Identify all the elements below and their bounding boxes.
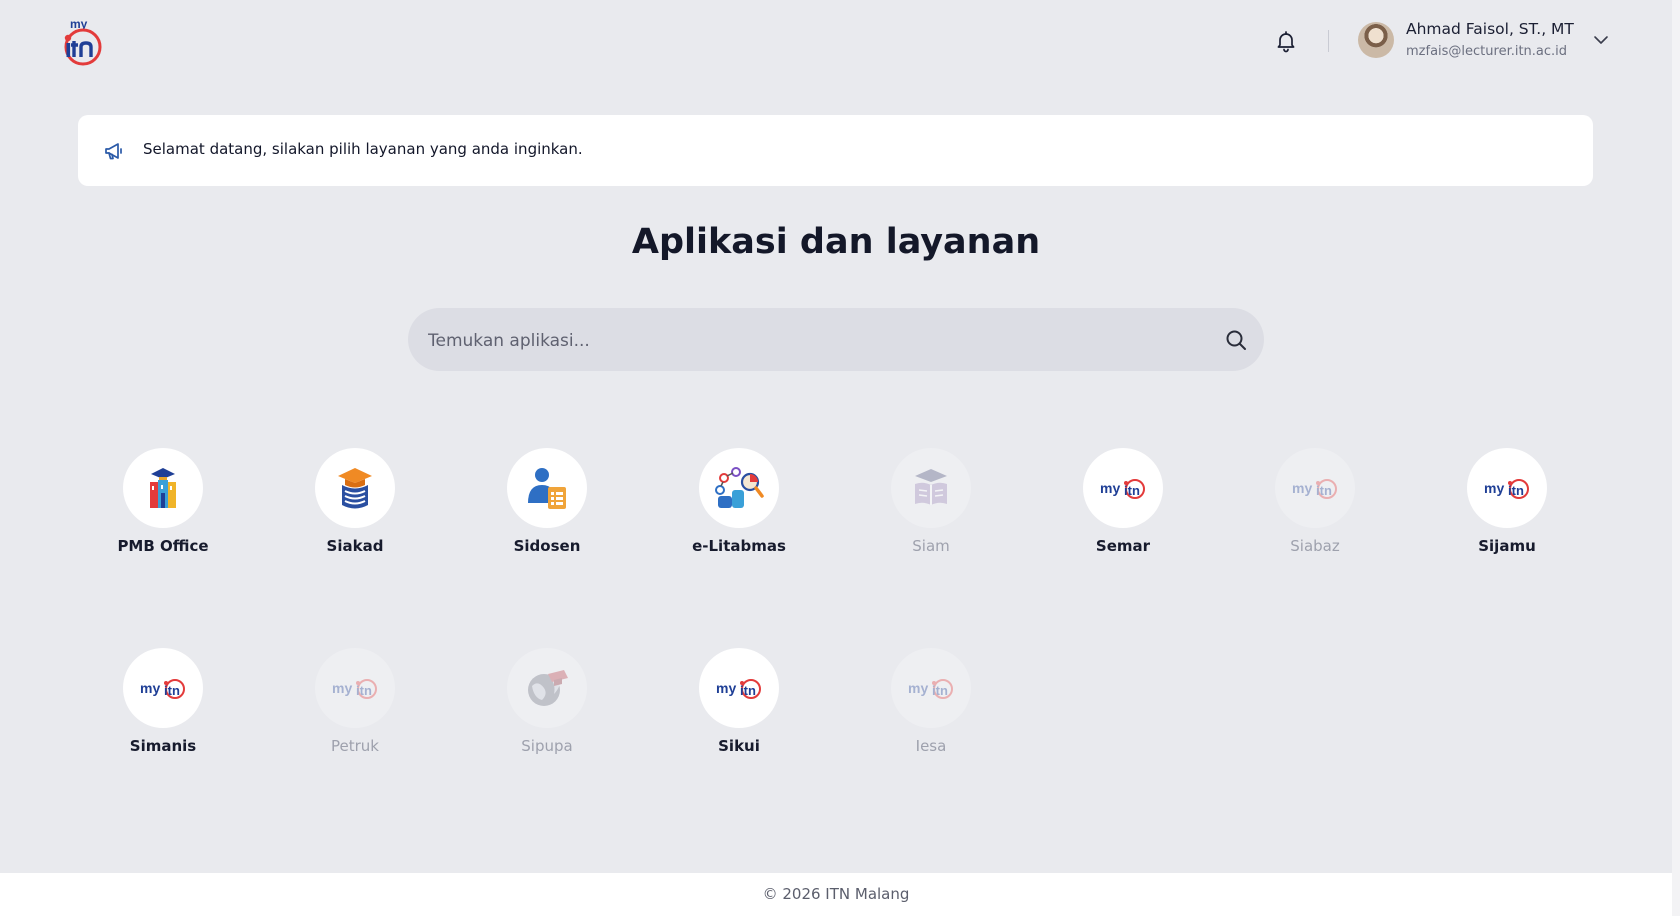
svg-text:itn: itn <box>1508 483 1524 498</box>
siam-icon <box>891 448 971 528</box>
myitn-logo-icon: my itn <box>315 648 395 728</box>
app-sijamu[interactable]: my itn Sijamu <box>1417 448 1597 568</box>
svg-text:my: my <box>1292 480 1312 496</box>
svg-text:itn: itn <box>1124 483 1140 498</box>
app-label: Sipupa <box>521 737 573 755</box>
app-label: Sijamu <box>1478 537 1536 555</box>
myitn-logo-icon: my itn <box>699 648 779 728</box>
app-sipupa[interactable]: Sipupa <box>457 648 637 768</box>
app-label: Iesa <box>915 737 947 755</box>
app-label: Sidosen <box>513 537 581 555</box>
app-label: e-Litabmas <box>692 537 786 555</box>
app-petruk[interactable]: my itn Petruk <box>265 648 445 768</box>
svg-text:itn: itn <box>356 683 372 698</box>
svg-text:my: my <box>1484 480 1504 496</box>
myitn-logo-icon: my itn <box>1083 448 1163 528</box>
footer: © 2026 ITN Malang <box>0 873 1672 916</box>
app-iesa[interactable]: my itn Iesa <box>841 648 1021 768</box>
sipupa-icon <box>507 648 587 728</box>
page: my Ahmad Faisol, ST., MT mzfais@lecturer… <box>0 0 1672 916</box>
footer-copyright: © 2026 ITN Malang <box>762 885 910 903</box>
app-semar[interactable]: my itn Semar <box>1033 448 1213 568</box>
app-label: Semar <box>1095 537 1151 555</box>
app-label: PMB Office <box>117 537 209 555</box>
app-e-litabmas[interactable]: e-Litabmas <box>649 448 829 568</box>
app-siabaz[interactable]: my itn Siabaz <box>1225 448 1405 568</box>
app-label: Siakad <box>326 537 384 555</box>
pmb-office-icon <box>123 448 203 528</box>
app-sidosen[interactable]: Sidosen <box>457 448 637 568</box>
svg-text:my: my <box>716 680 736 696</box>
svg-text:itn: itn <box>164 683 180 698</box>
app-siakad[interactable]: Siakad <box>265 448 445 568</box>
app-pmb-office[interactable]: PMB Office <box>73 448 253 568</box>
app-label: Sikui <box>718 737 760 755</box>
e-litabmas-icon <box>699 448 779 528</box>
search-icon[interactable] <box>1224 328 1248 352</box>
svg-text:itn: itn <box>932 683 948 698</box>
myitn-logo-icon: my itn <box>891 648 971 728</box>
svg-text:itn: itn <box>740 683 756 698</box>
app-siam[interactable]: Siam <box>841 448 1021 568</box>
avatar[interactable] <box>1358 22 1394 58</box>
myitn-logo-icon: my itn <box>1467 448 1547 528</box>
header-divider <box>1328 30 1329 52</box>
search-input[interactable] <box>426 308 1200 373</box>
banner-text: Selamat datang, silakan pilih layanan ya… <box>143 140 583 158</box>
megaphone-icon <box>104 141 124 161</box>
svg-text:my: my <box>332 680 352 696</box>
welcome-banner: Selamat datang, silakan pilih layanan ya… <box>78 115 1593 186</box>
app-label: Petruk <box>331 737 379 755</box>
app-simanis[interactable]: my itn Simanis <box>73 648 253 768</box>
svg-text:itn: itn <box>1316 483 1332 498</box>
svg-text:my: my <box>908 680 928 696</box>
search-bar <box>408 308 1264 373</box>
sidosen-icon <box>507 448 587 528</box>
user-email: mzfais@lecturer.itn.ac.id <box>1406 44 1568 59</box>
app-label: Siabaz <box>1290 537 1340 555</box>
app-label: Siam <box>912 537 950 555</box>
app-label: Simanis <box>129 737 197 755</box>
page-title: Aplikasi dan layanan <box>631 222 1041 262</box>
svg-text:my: my <box>1100 480 1120 496</box>
svg-text:my: my <box>140 680 160 696</box>
myitn-logo-icon: my itn <box>123 648 203 728</box>
myitn-logo-icon: my itn <box>1275 448 1355 528</box>
chevron-down-icon[interactable] <box>1592 31 1610 49</box>
app-sikui[interactable]: my itn Sikui <box>649 648 829 768</box>
siakad-icon <box>315 448 395 528</box>
user-name: Ahmad Faisol, ST., MT <box>1406 20 1574 38</box>
bell-icon[interactable] <box>1274 29 1298 53</box>
myitn-logo[interactable]: my <box>60 16 106 66</box>
scrollbar[interactable] <box>1672 0 1680 916</box>
